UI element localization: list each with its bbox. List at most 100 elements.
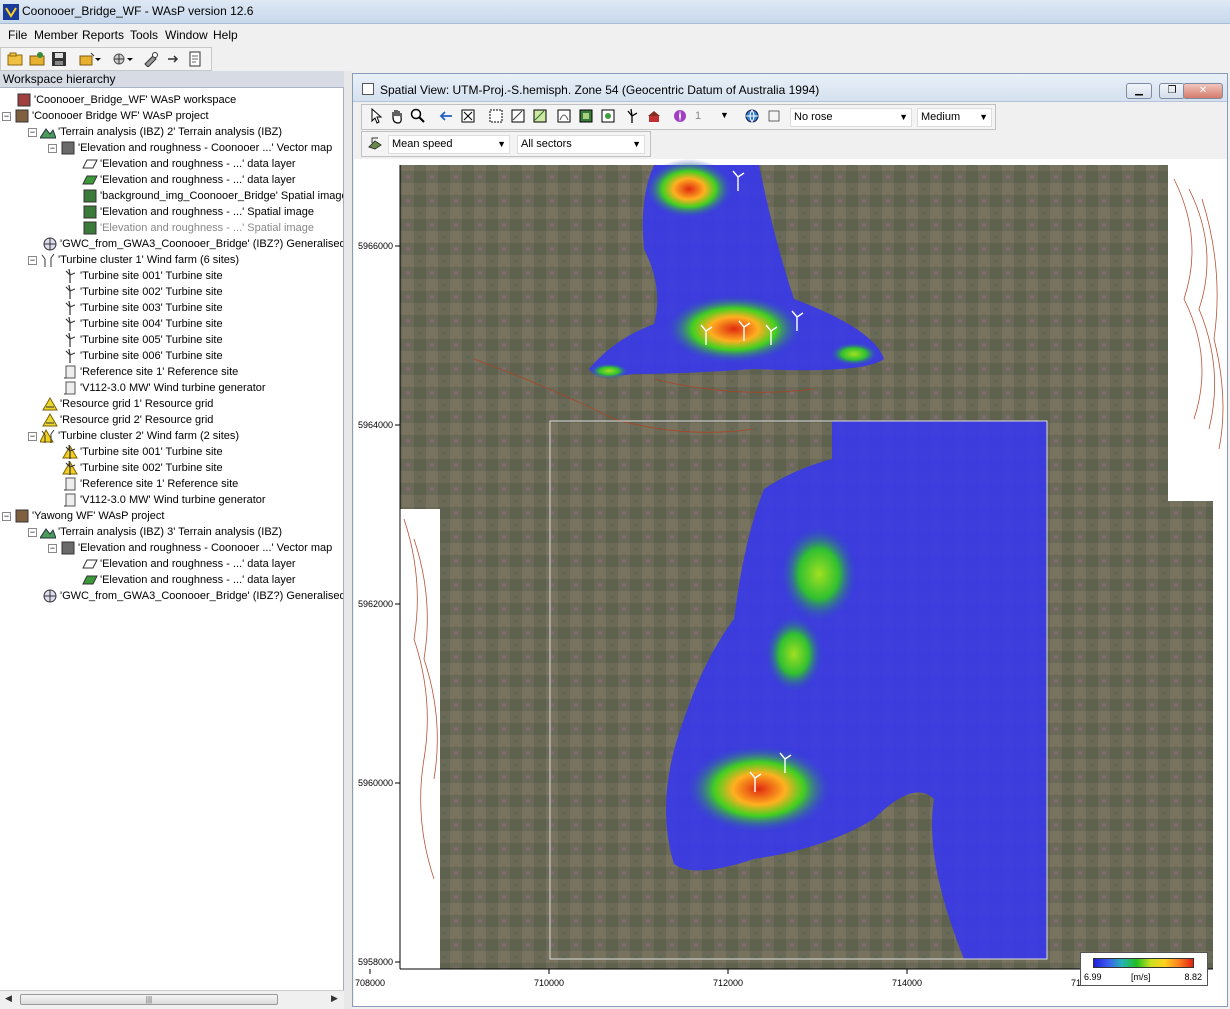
tree-item[interactable]: 'Coonooer_Bridge_WF' WAsP workspace <box>2 92 236 108</box>
restore-button[interactable]: ❐ <box>1159 83 1185 99</box>
turbine-layer-icon[interactable] <box>622 106 642 126</box>
tree-item[interactable]: 'GWC_from_GWA3_Coonooer_Bridge' (IBZ?) G… <box>28 236 343 252</box>
variable-select[interactable]: Mean speed ▼ <box>388 135 510 154</box>
tree-item[interactable]: 'Turbine site 002' Turbine site <box>48 460 223 476</box>
tree-item[interactable]: 'Turbine site 003' Turbine site <box>48 300 223 316</box>
tree-item[interactable]: 'Turbine site 002' Turbine site <box>48 284 223 300</box>
insert-dropdown-icon[interactable] <box>125 49 135 69</box>
tree-item[interactable]: 'Elevation and roughness - ...' Spatial … <box>68 204 314 220</box>
menu-file[interactable]: File <box>6 28 29 42</box>
wind-rose-icon[interactable] <box>670 106 690 126</box>
layer-roughness-icon[interactable] <box>530 106 550 126</box>
menu-help[interactable]: Help <box>211 28 240 42</box>
tree-collapse-icon[interactable]: − <box>28 431 37 441</box>
tree-item[interactable]: 'Elevation and roughness - ...' data lay… <box>68 572 296 588</box>
open-workspace-icon[interactable] <box>5 49 25 69</box>
menu-window[interactable]: Window <box>163 28 210 42</box>
globe-icon[interactable] <box>742 106 762 126</box>
tree-item[interactable]: 'Reference site 1' Reference site <box>48 364 238 380</box>
save-icon[interactable] <box>49 49 69 69</box>
tree-item[interactable]: − 'Terrain analysis (IBZ) 2' Terrain anal… <box>28 124 282 140</box>
tree-item[interactable]: 'Elevation and roughness - ...' data lay… <box>68 156 296 172</box>
reference-site-icon <box>64 365 76 379</box>
tree-item[interactable]: 'V112-3.0 MW' Wind turbine generator <box>48 380 266 396</box>
panel-splitter[interactable] <box>344 71 352 1009</box>
zoom-icon[interactable] <box>408 106 428 126</box>
workspace-tree[interactable]: 'Coonooer_Bridge_WF' WAsP workspace − 'Coo… <box>0 88 344 990</box>
frame-icon[interactable] <box>764 106 784 126</box>
tree-item-label: 'Elevation and roughness - Coonooer ...'… <box>78 142 333 155</box>
tree-item[interactable]: 'GWC_from_GWA3_Coonooer_Bridge' (IBZ?) G… <box>28 588 343 604</box>
counter-dropdown-icon[interactable]: ▼ <box>720 110 729 120</box>
wind-speed-hotspot <box>664 294 804 364</box>
tree-item[interactable]: 'Turbine site 006' Turbine site <box>48 348 223 364</box>
tree-item[interactable]: 'Turbine site 005' Turbine site <box>48 332 223 348</box>
tree-item[interactable]: 'Elevation and roughness - ...' Spatial … <box>68 220 314 236</box>
tree-item[interactable]: − 'Turbine cluster 1' Wind farm (6 sites) <box>28 252 239 268</box>
scroll-right-icon[interactable]: ▶ <box>331 993 338 1004</box>
x-axis-ticks: 708000710000712000714000716000 <box>355 969 1101 988</box>
resource-grid-icon <box>42 413 58 427</box>
tree-item-label: 'Turbine cluster 2' Wind farm (2 sites) <box>58 430 240 443</box>
tree-collapse-icon[interactable]: − <box>28 255 37 265</box>
tree-item[interactable]: − 'Turbine cluster 2' Wind farm (2 sites) <box>28 428 239 444</box>
menu-reports[interactable]: Reports <box>80 28 126 42</box>
tool-arrow-icon[interactable] <box>163 49 183 69</box>
pointer-icon[interactable] <box>366 106 386 126</box>
size-select[interactable]: Medium ▼ <box>917 108 992 127</box>
chevron-down-icon: ▼ <box>497 139 506 149</box>
menu-tools[interactable]: Tools <box>128 28 160 42</box>
tree-item[interactable]: − 'Elevation and roughness - Coonooer ...… <box>48 140 332 156</box>
open-project-icon[interactable] <box>27 49 47 69</box>
tree-item[interactable]: 'Turbine site 004' Turbine site <box>48 316 223 332</box>
tree-item[interactable]: − 'Elevation and roughness - Coonooer ...… <box>48 540 332 556</box>
wind-speed-legend: 6.99 [m/s] 8.82 <box>1080 952 1208 986</box>
layer-vector-icon[interactable] <box>508 106 528 126</box>
map-canvas[interactable]: 708000710000712000714000716000 596600059… <box>354 159 1227 1006</box>
tree-collapse-icon[interactable]: − <box>48 143 57 153</box>
tree-collapse-icon[interactable]: − <box>2 511 11 521</box>
tree-item[interactable]: 'Resource grid 1' Resource grid <box>28 396 213 412</box>
tree-item[interactable]: − 'Yawong WF' WAsP project <box>2 508 164 524</box>
x-tick-label: 710000 <box>534 978 564 988</box>
close-button[interactable]: ✕ <box>1183 83 1223 99</box>
workspace-horizontal-scrollbar[interactable]: ◀ ||| ▶ <box>0 990 344 1007</box>
tree-item[interactable]: 'Reference site 1' Reference site <box>48 476 238 492</box>
member-dropdown-icon[interactable] <box>93 49 103 69</box>
tree-item-label: 'Terrain analysis (IBZ) 3' Terrain analy… <box>58 526 283 539</box>
pan-hand-icon[interactable] <box>387 106 407 126</box>
sector-select[interactable]: All sectors ▼ <box>517 135 645 154</box>
tree-item[interactable]: − 'Terrain analysis (IBZ) 3' Terrain anal… <box>28 524 282 540</box>
tree-item[interactable]: 'Elevation and roughness - ...' data lay… <box>68 556 296 572</box>
tree-item[interactable]: 'V112-3.0 MW' Wind turbine generator <box>48 492 266 508</box>
scroll-left-icon[interactable]: ◀ <box>5 993 12 1004</box>
rose-select[interactable]: No rose ▼ <box>790 108 912 127</box>
tool-icon[interactable] <box>141 49 161 69</box>
tree-item[interactable]: 'background_img_Coonooer_Bridge' Spatial… <box>68 188 343 204</box>
tree-collapse-icon[interactable]: − <box>28 127 37 137</box>
tree-item[interactable]: − 'Coonooer Bridge WF' WAsP project <box>2 108 209 124</box>
tree-collapse-icon[interactable]: − <box>28 527 37 537</box>
zoom-extent-icon[interactable] <box>458 106 478 126</box>
menu-member[interactable]: Member <box>32 28 80 42</box>
select-region-icon[interactable] <box>486 106 506 126</box>
tree-item[interactable]: 'Elevation and roughness - ...' data lay… <box>68 172 296 188</box>
grid-layer-icon[interactable] <box>598 106 618 126</box>
tree-collapse-icon[interactable]: − <box>48 543 57 553</box>
spatial-image-icon <box>83 205 97 219</box>
minimize-button[interactable]: ▁ <box>1126 83 1152 99</box>
obstacle-icon[interactable] <box>644 106 664 126</box>
layer-elevation-icon[interactable] <box>554 106 574 126</box>
spatial-image-icon[interactable] <box>576 106 596 126</box>
spatial-map-area[interactable]: 708000710000712000714000716000 596600059… <box>354 159 1227 1006</box>
tree-item[interactable]: 'Resource grid 2' Resource grid <box>28 412 213 428</box>
project-icon <box>15 109 29 123</box>
back-arrow-icon[interactable] <box>436 106 456 126</box>
tree-item[interactable]: 'Turbine site 001' Turbine site <box>48 268 223 284</box>
y-tick-label: 5958000 <box>358 957 393 967</box>
tree-collapse-icon[interactable]: − <box>2 111 11 121</box>
tree-item[interactable]: 'Turbine site 001' Turbine site <box>48 444 223 460</box>
report-icon[interactable] <box>185 49 205 69</box>
scrollbar-thumb[interactable]: ||| <box>20 994 278 1005</box>
counter-value[interactable]: 1 <box>695 110 701 122</box>
